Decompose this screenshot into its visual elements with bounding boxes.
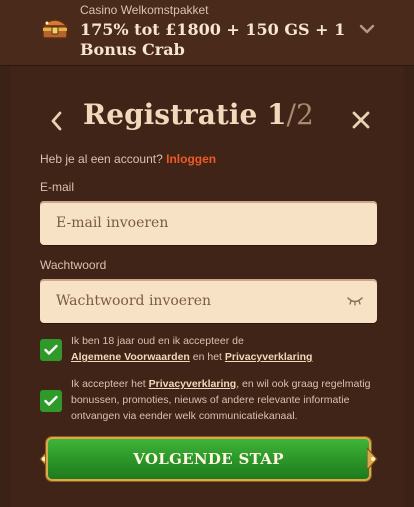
chevron-down-icon[interactable] — [358, 20, 376, 38]
page-title: Registratie 1/2 — [83, 98, 314, 131]
next-step-button[interactable]: VOLGENDE STAP — [46, 437, 371, 481]
account-text: Heb je al een account? — [40, 152, 163, 166]
privacy-link-2[interactable]: Privacyverklaring — [149, 378, 237, 390]
marketing-consent-checkbox[interactable] — [40, 390, 62, 412]
age-consent-text-a: Ik ben 18 jaar oud en ik accepteer de — [71, 335, 244, 347]
privacy-link-1[interactable]: Privacyverklaring — [225, 351, 313, 363]
close-icon[interactable] — [351, 110, 371, 130]
checkmark-icon — [44, 395, 58, 406]
login-link[interactable]: Inloggen — [166, 152, 216, 166]
password-label: Wachtwoord — [40, 258, 107, 272]
back-arrow-icon[interactable] — [48, 110, 66, 132]
password-field-wrapper — [40, 279, 377, 323]
promo-title: 175% tot £1800 + 150 GS + 1 Bonus Crab — [80, 20, 346, 59]
age-consent-text-b: en het — [192, 351, 222, 363]
treasure-chest-icon — [41, 19, 69, 39]
password-field[interactable] — [40, 279, 377, 323]
terms-link[interactable]: Algemene Voorwaarden — [71, 351, 190, 363]
next-step-button-frame: VOLGENDE STAP — [39, 434, 378, 484]
promo-banner[interactable]: Casino Welkomstpakket 175% tot £1800 + 1… — [0, 0, 414, 66]
email-field[interactable] — [40, 201, 377, 245]
email-field-wrapper — [40, 201, 377, 245]
age-consent-text: Ik ben 18 jaar oud en ik accepteer de Al… — [71, 333, 371, 365]
promo-caption: Casino Welkomstpakket — [80, 3, 209, 17]
eye-closed-icon[interactable] — [347, 294, 363, 306]
checkmark-icon — [44, 344, 58, 355]
age-consent-checkbox[interactable] — [40, 339, 62, 361]
marketing-consent-text: Ik accepteer het Privacyverklaring, en w… — [71, 376, 371, 424]
email-label: E-mail — [40, 180, 75, 194]
marketing-consent-text-a: Ik accepteer het — [71, 378, 146, 390]
button-ornament-right-icon — [367, 447, 378, 471]
account-prompt: Heb je al een account? Inloggen — [40, 152, 216, 166]
title-main: Registratie 1 — [83, 98, 287, 131]
title-step: /2 — [286, 98, 314, 131]
